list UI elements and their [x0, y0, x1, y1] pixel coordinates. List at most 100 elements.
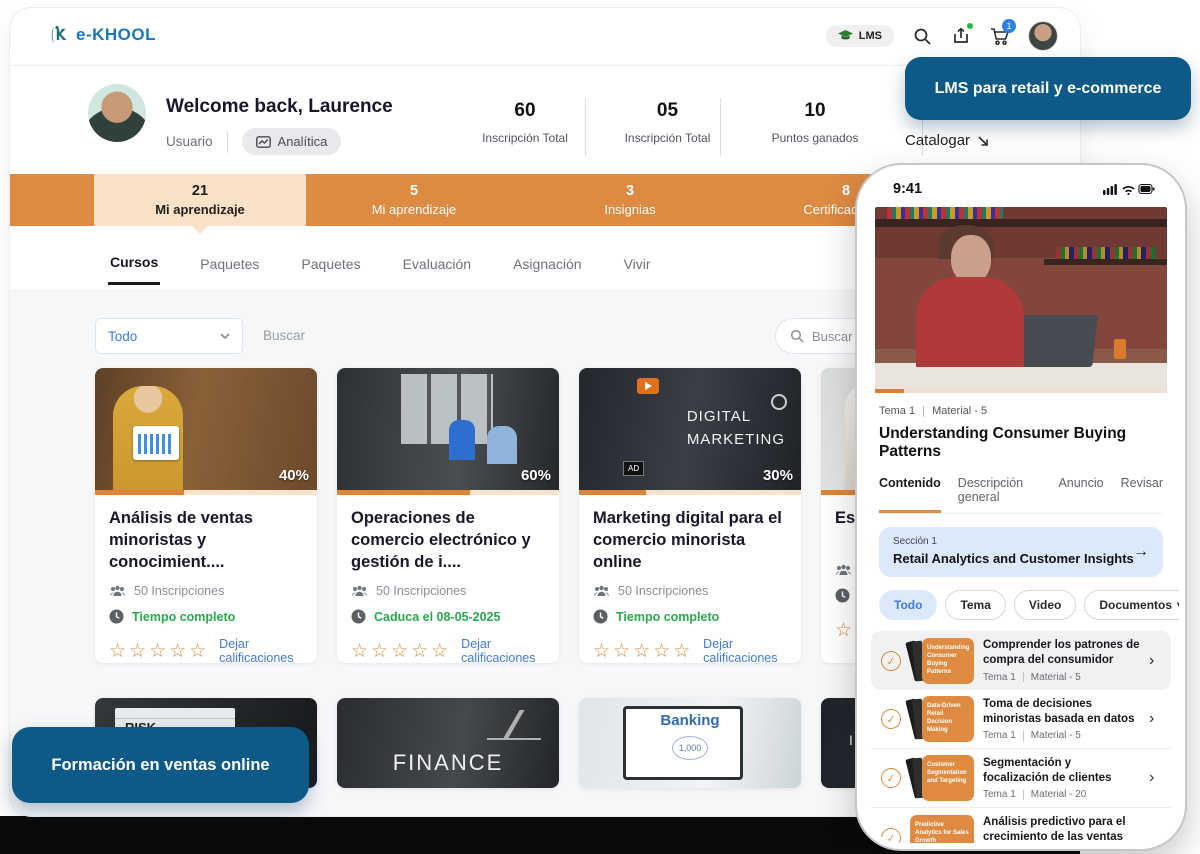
tab-label: Mi aprendizaje [372, 202, 457, 217]
course-card-banking[interactable]: Banking 1,000 [579, 698, 801, 788]
divider [923, 406, 924, 417]
course-card-finance[interactable]: FINANCE [337, 698, 559, 788]
cart-icon[interactable]: 1 [989, 25, 1011, 47]
course-title[interactable]: Análisis de ventas minoristas y conocimi… [109, 508, 303, 573]
people-icon [109, 585, 126, 597]
leave-rating-link[interactable]: Dejar calificaciones [703, 637, 787, 665]
rating-stars-icon[interactable]: ☆☆☆☆☆ [109, 640, 209, 663]
material-item[interactable]: ✓ Predictive Analytics for Sales Growth … [871, 808, 1171, 843]
decorative-shelf [1044, 259, 1167, 265]
signal-icon [1103, 184, 1117, 195]
section-card[interactable]: Sección 1 Retail Analytics and Customer … [879, 527, 1163, 577]
meta-topic: Tema 1 [983, 730, 1016, 741]
course-title[interactable]: Marketing digital para el comercio minor… [593, 508, 787, 573]
material-item[interactable]: ✓ Customer Segmentation and Targeting Se… [871, 749, 1171, 808]
lesson-title: Understanding Consumer Buying Patterns [879, 425, 1163, 461]
progress-badge: 30% [763, 467, 793, 484]
tab-paquetes-1[interactable]: Paquetes [198, 241, 261, 284]
meta-material: Material - 20 [1031, 789, 1087, 800]
material-meta: Tema 1 Material - 20 [983, 789, 1140, 800]
people-icon [593, 585, 610, 597]
material-meta: Tema 1Material - 5 [983, 672, 1140, 683]
catalog-link[interactable]: Catalogar [905, 132, 989, 149]
tab-contenido[interactable]: Contenido [879, 476, 941, 513]
meta-topic: Tema 1 [983, 789, 1016, 800]
tab-my-learning[interactable]: 5 Mi aprendizaje [306, 174, 522, 226]
lesson-breadcrumb: Tema 1 Material - 5 [879, 405, 1163, 417]
course-title[interactable]: Operaciones de comercio electrónico y ge… [351, 508, 545, 573]
chevron-right-icon[interactable]: › [1149, 653, 1161, 669]
decorative-speaker [1114, 339, 1126, 359]
arrow-down-right-icon [977, 135, 989, 147]
tab-vivir[interactable]: Vivir [622, 241, 653, 284]
clock-icon [593, 609, 608, 624]
graduation-cap-icon [838, 30, 853, 42]
decorative-figure [916, 277, 1024, 367]
decorative-window [401, 374, 493, 444]
topic-label: Tema 1 [879, 405, 915, 417]
image-caption: DIGITAL MARKETING [687, 406, 785, 451]
tab-evaluacion[interactable]: Evaluación [401, 241, 474, 284]
tab-revisar[interactable]: Revisar [1121, 476, 1163, 513]
welcome-meta: Usuario Analítica [166, 128, 341, 155]
material-item[interactable]: ✓ Data-Driven Retail Decision Making Tom… [871, 690, 1171, 749]
callout-sales-training: Formación en ventas online [12, 727, 309, 803]
tab-anuncio[interactable]: Anuncio [1058, 476, 1103, 513]
category-select[interactable]: Todo [95, 318, 243, 354]
thumbnail-caption: Data-Driven Retail Decision Making [922, 696, 974, 742]
arrow-right-icon[interactable]: → [1133, 543, 1149, 561]
cart-count-badge: 1 [1002, 19, 1016, 33]
tab-asignacion[interactable]: Asignación [511, 241, 584, 284]
material-list: ✓ Understanding Consumer Buying Patterns… [863, 631, 1179, 843]
user-avatar[interactable] [1028, 21, 1058, 51]
progress-badge: 60% [521, 467, 551, 484]
lesson-video-player[interactable] [875, 207, 1167, 389]
play-icon [637, 378, 659, 394]
brand-logo-icon [48, 24, 70, 46]
course-nav-tabs: Cursos Paquetes Paquetes Evaluación Asig… [108, 236, 653, 288]
tab-label: Insignias [604, 202, 655, 217]
leave-rating-link[interactable]: Dejar calificaciones [461, 637, 545, 665]
stat-label: Inscripción Total [595, 131, 740, 145]
tab-my-learning-active[interactable]: 21 Mi aprendizaje [94, 174, 306, 226]
material-item[interactable]: ✓ Understanding Consumer Buying Patterns… [871, 631, 1171, 690]
search-icon[interactable] [911, 25, 933, 47]
brand-logo[interactable]: e-KHOOL [48, 24, 156, 46]
profile-photo [88, 84, 146, 142]
course-card[interactable]: 60% Operaciones de comercio electrónico … [337, 368, 559, 663]
content-filter-chips: Todo Tema Video Documentos ▾ [879, 590, 1163, 620]
tab-badges[interactable]: 3 Insignias [522, 174, 738, 226]
tab-descripcion-general[interactable]: Descripción general [958, 476, 1042, 513]
course-card[interactable]: 40% Análisis de ventas minoristas y cono… [95, 368, 317, 663]
chip-documentos[interactable]: Documentos ▾ [1084, 590, 1179, 620]
lms-mode-badge[interactable]: LMS [826, 25, 894, 47]
chip-todo[interactable]: Todo [879, 590, 937, 620]
chip-video[interactable]: Video [1014, 590, 1076, 620]
material-thumbnail: Understanding Consumer Buying Patterns [910, 638, 974, 684]
tab-paquetes-2[interactable]: Paquetes [299, 241, 362, 284]
material-title: Toma de decisiones minoristas basada en … [983, 697, 1140, 727]
divider [1023, 790, 1024, 800]
chip-label: Documentos [1099, 598, 1172, 612]
tab-cursos[interactable]: Cursos [108, 239, 160, 285]
rating-stars-icon[interactable]: ☆☆☆☆☆ [351, 640, 451, 663]
share-export-icon[interactable] [950, 25, 972, 47]
rating-stars-icon[interactable]: ☆☆☆☆☆ [593, 640, 693, 663]
course-card[interactable]: DIGITAL MARKETING AD 30% Marketing digit… [579, 368, 801, 663]
thumbnail-caption: Understanding Consumer Buying Patterns [922, 638, 974, 684]
check-circle-icon: ✓ [880, 826, 903, 843]
tab-count: 5 [410, 183, 418, 199]
welcome-title: Welcome back, Laurence [166, 96, 393, 118]
enrollment-count: 50 Inscripciones [376, 584, 466, 598]
decorative-chart [487, 710, 541, 740]
leave-rating-link[interactable]: Dejar calificaciones [219, 637, 303, 665]
stat-points-earned: 10 Puntos ganados [740, 100, 890, 145]
analytics-button[interactable]: Analítica [242, 128, 342, 155]
check-circle-icon: ✓ [880, 708, 903, 731]
chevron-right-icon[interactable]: › [1149, 770, 1161, 786]
thumbnail-caption: Customer Segmentation and Targeting [922, 755, 974, 801]
chevron-right-icon[interactable]: › [1149, 711, 1161, 727]
chip-tema[interactable]: Tema [945, 590, 1005, 620]
divider [585, 98, 586, 156]
stat-value: 10 [740, 100, 890, 122]
